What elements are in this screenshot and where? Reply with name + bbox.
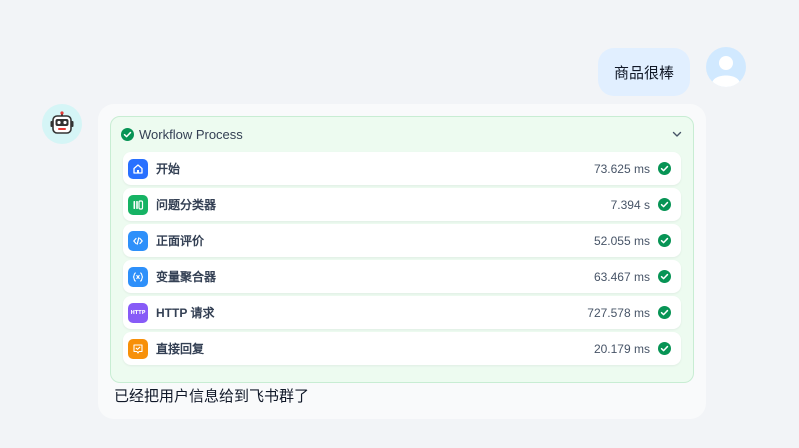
classifier-icon [128, 194, 148, 215]
workflow-node-name: 直接回复 [156, 342, 205, 356]
chevron-down-icon[interactable] [671, 128, 683, 140]
workflow-node-time: 7.394 s [610, 197, 650, 212]
success-check-icon [658, 270, 671, 283]
http-icon: HTTP [128, 302, 148, 323]
success-check-icon [658, 306, 671, 319]
workflow-node-name: HTTP 请求 [156, 306, 215, 320]
workflow-node-time: 727.578 ms [587, 305, 650, 320]
user-avatar-icon [712, 56, 740, 87]
user-message-text: 商品很棒 [613, 64, 674, 82]
workflow-node-name: 变量聚合器 [156, 270, 217, 284]
workflow-node[interactable]: 直接回复 20.179 ms [123, 332, 681, 365]
success-check-icon [658, 234, 671, 247]
code-icon [128, 230, 148, 251]
success-check-icon [658, 342, 671, 355]
workflow-node-time: 52.055 ms [593, 233, 650, 248]
workflow-node-time: 63.467 ms [593, 269, 650, 284]
workflow-node-time: 73.625 ms [593, 161, 650, 176]
workflow-node[interactable]: HTTP HTTP 请求 727.578 ms [123, 296, 681, 329]
bot-message-card: Workflow Process 开始 73.625 ms 问题分类器 7.39… [98, 104, 706, 419]
variable-icon [128, 266, 148, 287]
success-check-icon [658, 198, 671, 211]
workflow-node-list: 开始 73.625 ms 问题分类器 7.394 s 正面评价 52.055 m… [123, 152, 681, 368]
bot-avatar [42, 104, 82, 144]
bot-reply-text: 已经把用户信息给到飞书群了 [114, 388, 310, 405]
workflow-title: Workflow Process [139, 126, 243, 142]
workflow-node[interactable]: 问题分类器 7.394 s [123, 188, 681, 221]
workflow-node-time: 20.179 ms [593, 341, 650, 356]
workflow-node-name: 开始 [156, 162, 181, 176]
robot-icon [50, 111, 74, 134]
workflow-node[interactable]: 正面评价 52.055 ms [123, 224, 681, 257]
workflow-header[interactable]: Workflow Process [121, 124, 683, 144]
answer-icon [128, 338, 148, 359]
home-icon [128, 158, 148, 179]
user-message-bubble: 商品很棒 [598, 48, 690, 96]
workflow-node-name: 问题分类器 [156, 198, 217, 212]
success-check-icon [658, 162, 671, 175]
user-avatar [706, 47, 746, 87]
workflow-node-name: 正面评价 [156, 234, 205, 248]
success-check-icon [121, 127, 134, 141]
workflow-node[interactable]: 开始 73.625 ms [123, 152, 681, 185]
http-icon-label: HTTP [130, 309, 146, 316]
workflow-process-panel: Workflow Process 开始 73.625 ms 问题分类器 7.39… [110, 116, 694, 383]
workflow-node[interactable]: 变量聚合器 63.467 ms [123, 260, 681, 293]
